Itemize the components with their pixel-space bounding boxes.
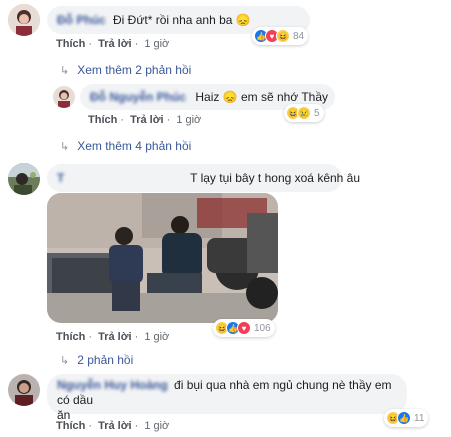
comment-author[interactable]: Nguyễn Huy Hoàng <box>57 378 168 392</box>
comment-bubble: T T lạy tụi bây t hong xoá kênh âu <box>47 164 360 192</box>
comment-text: Haiz 😞 em sẽ nhớ Thầy <box>195 90 328 104</box>
reply-arrow-icon: ↳ <box>60 355 70 367</box>
comment-actions: Thích · Trả lời · 1 giờ <box>56 331 170 343</box>
reply-arrow-icon: ↳ <box>60 141 70 153</box>
comment-photo[interactable] <box>47 193 278 323</box>
avatar[interactable] <box>8 4 40 36</box>
like-link[interactable]: Thích <box>56 420 85 432</box>
comment-author[interactable]: Đỗ Phúc <box>57 13 106 27</box>
comment-actions: Thích · Trả lời · 1 giờ <box>88 114 202 126</box>
reply-link[interactable]: Trả lời <box>98 331 132 343</box>
view-replies[interactable]: ↳ 2 phản hồi <box>60 353 133 367</box>
comment-actions: Thích · Trả lời · 1 giờ <box>56 38 170 50</box>
avatar[interactable] <box>8 163 40 195</box>
comment-author[interactable]: T <box>57 170 187 186</box>
view-more-replies[interactable]: ↳ Xem thêm 4 phản hồi <box>60 139 191 153</box>
avatar[interactable] <box>53 86 75 108</box>
like-reaction-icon: 👍 <box>397 411 411 425</box>
like-link[interactable]: Thích <box>56 38 85 50</box>
timestamp[interactable]: 1 giờ <box>144 38 169 50</box>
reaction-count: 106 <box>254 322 271 334</box>
comment-author[interactable]: Đỗ Nguyễn Phúc <box>90 90 186 104</box>
love-reaction-icon: ♥ <box>237 321 251 335</box>
reply-arrow-icon: ↳ <box>60 65 70 77</box>
sad-reaction-icon: 😢 <box>297 106 311 120</box>
reaction-summary[interactable]: 😆 😢 5 <box>284 104 324 122</box>
reply-link[interactable]: Trả lời <box>98 38 132 50</box>
reaction-count: 11 <box>414 412 425 424</box>
timestamp[interactable]: 1 giờ <box>144 331 169 343</box>
reaction-count: 84 <box>293 30 305 42</box>
like-link[interactable]: Thích <box>56 331 85 343</box>
timestamp[interactable]: 1 giờ <box>144 420 169 432</box>
haha-reaction-icon: 😆 <box>276 29 290 43</box>
reaction-summary[interactable]: 😆 👍 ♥ 106 <box>213 319 275 337</box>
comment-text: T lạy tụi bây t hong xoá kênh âu <box>190 171 361 185</box>
comment-bubble: Nguyễn Huy Hoàng đi bụi qua nhà em ngủ c… <box>47 374 407 422</box>
comment-text: Đi Đứt* rồi nha anh ba 😞 <box>113 13 251 27</box>
comment-actions: Thích · Trả lời · 1 giờ <box>56 420 170 432</box>
reply-link[interactable]: Trả lời <box>98 420 132 432</box>
like-link[interactable]: Thích <box>88 114 117 126</box>
view-more-replies[interactable]: ↳ Xem thêm 2 phản hồi <box>60 63 191 77</box>
avatar[interactable] <box>8 374 40 406</box>
timestamp[interactable]: 1 giờ <box>176 114 201 126</box>
reaction-summary[interactable]: 👍 ♥ 😆 84 <box>252 27 309 45</box>
reply-link[interactable]: Trả lời <box>130 114 164 126</box>
reaction-summary[interactable]: 😆 👍 11 <box>384 409 429 427</box>
reaction-count: 5 <box>314 107 320 119</box>
